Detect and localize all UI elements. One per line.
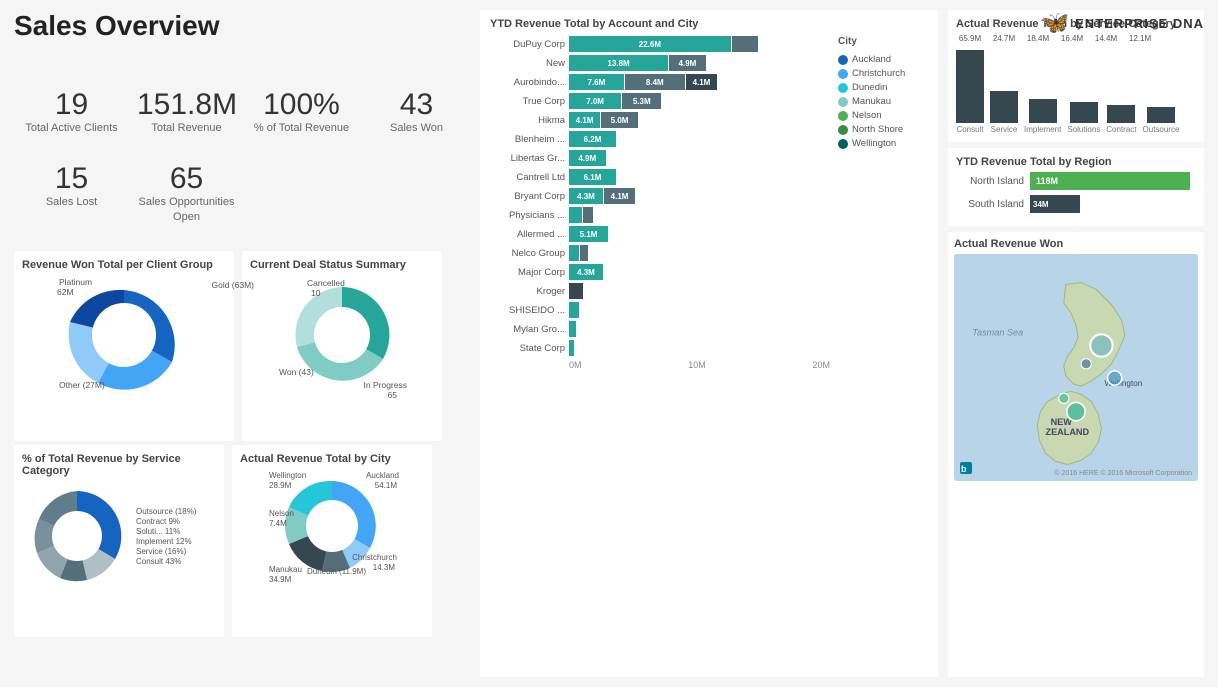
revenue-won-donut: Revenue Won Total per Client Group Gold … [14, 251, 234, 441]
svg-text:ZEALAND: ZEALAND [1046, 427, 1090, 437]
kpi-value-revenue: 151.8M [137, 88, 236, 121]
dashboard: Sales Overview 🦋 ENTERPRISE DNA 19 Total… [0, 0, 1218, 687]
x-axis: 0M10M20M [569, 360, 830, 370]
city-legend-title: City [838, 36, 928, 47]
map-title: Actual Revenue Won [954, 238, 1198, 250]
logo-icon: 🦋 [1042, 10, 1069, 36]
kpi-opportunities: 65 Sales Opportunities Open [129, 158, 244, 247]
region-chart: YTD Revenue Total by Region North Island… [948, 148, 1204, 226]
kpi-total-revenue: 151.8M Total Revenue [129, 84, 244, 158]
kpi-pct-revenue: 100% % of Total Revenue [244, 84, 359, 158]
kpi-label-lost: Sales Lost [22, 195, 121, 209]
city-legend: City Auckland Christchurch Dunedin Manuk… [838, 36, 928, 370]
pct-service-title: % of Total Revenue by Service Category [22, 453, 216, 477]
right-section: Actual Revenue Total by Service Category… [944, 10, 1204, 677]
deal-status-svg [277, 275, 407, 395]
kpi-label-won: Sales Won [367, 121, 466, 135]
kpi-value-lost: 15 [22, 162, 121, 195]
charts-row1: Revenue Won Total per Client Group Gold … [14, 251, 474, 441]
bing-icon: b [960, 462, 972, 477]
page-title: Sales Overview [14, 10, 474, 42]
logo-area: 🦋 ENTERPRISE DNA [1042, 10, 1204, 36]
kpi-label-clients: Total Active Clients [22, 121, 121, 135]
ytd-bar-chart: DuPuy Corp22.6M New13.8M4.9M Aurobindo..… [490, 36, 830, 370]
kpi-label-opp: Sales Opportunities Open [137, 195, 236, 224]
svg-text:Tasman Sea: Tasman Sea [972, 327, 1023, 337]
kpi-sales-won: 43 Sales Won [359, 84, 474, 158]
kpi-value-clients: 19 [22, 88, 121, 121]
city-revenue-donut: Actual Revenue Total by City [232, 445, 432, 637]
map-area: Tasman Sea Wellington NEW ZEALAND [954, 254, 1198, 481]
deal-status-title: Current Deal Status Summary [250, 259, 434, 271]
region-title: YTD Revenue Total by Region [956, 156, 1196, 168]
map-section: Actual Revenue Won Tasman Sea Wel [948, 232, 1204, 677]
city-revenue-title: Actual Revenue Total by City [240, 453, 424, 465]
revenue-won-svg [54, 275, 194, 395]
bing-attribution: © 2016 HERE © 2016 Microsoft Corporation [1054, 470, 1192, 477]
revenue-won-title: Revenue Won Total per Client Group [22, 259, 226, 271]
header-section: Sales Overview [14, 10, 474, 84]
kpi-sales-lost: 15 Sales Lost [14, 158, 129, 247]
pct-service-donut: % of Total Revenue by Service Category [14, 445, 224, 637]
nz-map-svg: Tasman Sea Wellington NEW ZEALAND [954, 254, 1198, 478]
kpi-value-opp: 65 [137, 162, 236, 195]
ytd-bar-title: YTD Revenue Total by Account and City [490, 18, 928, 30]
kpi-active-clients: 19 Total Active Clients [14, 84, 129, 158]
charts-row2: % of Total Revenue by Service Category [14, 445, 474, 637]
kpi-value-pct: 100% [252, 88, 351, 121]
svg-text:b: b [961, 464, 967, 474]
kpi-label-revenue: Total Revenue [137, 121, 236, 135]
kpi-label-pct: % of Total Revenue [252, 121, 351, 135]
kpi-section: 19 Total Active Clients 151.8M Total Rev… [14, 84, 474, 247]
deal-status-donut: Current Deal Status Summary Cancelled 10… [242, 251, 442, 441]
kpi-value-won: 43 [367, 88, 466, 121]
ytd-bar-section: YTD Revenue Total by Account and City Du… [480, 10, 938, 677]
pct-service-svg [22, 481, 132, 591]
logo-text: ENTERPRISE DNA [1075, 16, 1204, 31]
